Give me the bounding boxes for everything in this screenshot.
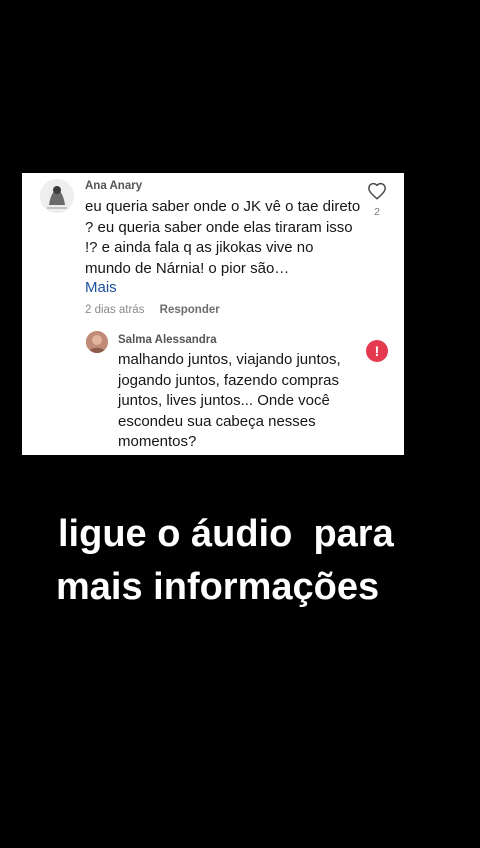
reply-button[interactable]: Responder <box>160 304 220 316</box>
like-button[interactable]: 2 <box>366 182 388 218</box>
reply-author[interactable]: Salma Alessandra <box>118 334 217 346</box>
exclamation-alert-icon[interactable]: ! <box>366 340 388 362</box>
avatar[interactable] <box>40 179 74 213</box>
overlay-caption: ligue o áudio para mais informações <box>0 508 480 614</box>
reply-avatar[interactable] <box>86 331 108 353</box>
comment-screenshot-card: Ana Anary eu queria saber onde o JK vê o… <box>22 173 404 455</box>
heart-outline-icon <box>367 182 387 204</box>
like-count: 2 <box>374 206 380 218</box>
video-frame: Ana Anary eu queria saber onde o JK vê o… <box>0 0 480 848</box>
caption-line-1: ligue o áudio para <box>58 513 394 555</box>
more-link[interactable]: Mais <box>85 279 117 296</box>
comment-author[interactable]: Ana Anary <box>85 180 142 192</box>
reply-text: malhando juntos, viajando juntos, jogand… <box>118 351 341 450</box>
comment-time: 2 dias atrás <box>85 304 145 316</box>
caption-line-2: mais informações <box>56 566 380 608</box>
comment-text: eu queria saber onde o JK vê o tae diret… <box>85 198 361 277</box>
comment-meta: 2 dias atrás Responder <box>85 304 220 316</box>
